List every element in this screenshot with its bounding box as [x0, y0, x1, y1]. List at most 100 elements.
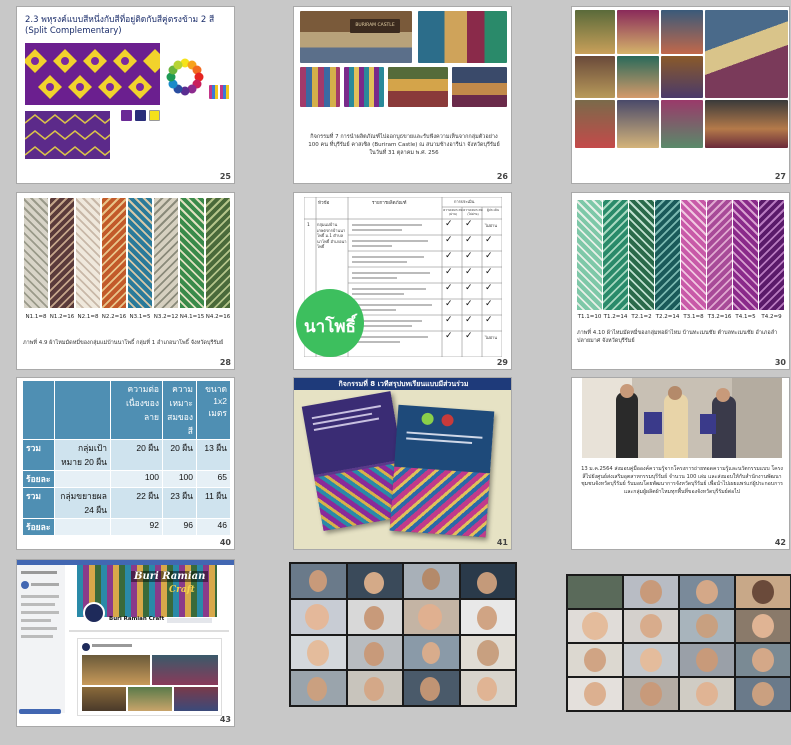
participant-tile[interactable]: [568, 610, 622, 642]
checkmark: ✓: [445, 331, 453, 341]
event-photo: [617, 100, 659, 148]
video-call-screenshot[interactable]: [289, 562, 517, 707]
participant-tile[interactable]: [736, 678, 790, 710]
textile-label: N3.1=5: [129, 314, 151, 320]
checkmark: ✓: [485, 299, 493, 309]
textile-label: N1.1=8: [25, 314, 47, 320]
slide-27[interactable]: 27: [571, 6, 790, 184]
checkmark: ✓: [465, 267, 473, 277]
slide-26[interactable]: BURIRAM CASTLE กิจกรรมที่ 7 การนำผลิตภัณ…: [293, 6, 512, 184]
row-label: ร้อยละ: [22, 518, 55, 536]
participant-tile[interactable]: [736, 644, 790, 676]
textile-label: T1.2=14: [603, 314, 628, 320]
textile-label: N4.2=16: [205, 314, 231, 320]
slide-title: 2.3 พหุรงค์แบบสีหนึ่งกับสีที่อยู่ติดกับส…: [25, 15, 215, 25]
slide-number: 30: [774, 358, 786, 367]
slide-41[interactable]: กิจกรรมที่ 8 เวทีสรุปบทเรียนแบบมีส่วนร่ว…: [293, 377, 512, 550]
checkmark: ✓: [445, 283, 453, 293]
cell-note: ไม่ผ่าน: [485, 335, 497, 340]
participant-tile[interactable]: [460, 635, 515, 670]
checkmark: ✓: [465, 299, 473, 309]
participant-tile[interactable]: [460, 564, 515, 598]
group-label: กลุ่มขยายผล 24 ผืน: [54, 487, 111, 519]
slide-30[interactable]: T1.1=10 T1.2=14 T2.1=2 T2.2=14 T3.1=8 T3…: [571, 192, 790, 370]
participant-tile[interactable]: [291, 599, 346, 634]
participant-tile[interactable]: [736, 610, 790, 642]
participant-tile[interactable]: [404, 671, 459, 705]
event-photo: [575, 100, 615, 148]
participant-tile[interactable]: [460, 671, 515, 705]
event-photo: [575, 10, 615, 54]
location-badge: นาโพธิ์: [296, 289, 364, 357]
participant-tile[interactable]: [291, 564, 346, 598]
textile-label: T3.1=8: [683, 314, 704, 320]
profile-picture: [83, 602, 105, 624]
slide-number: 26: [496, 172, 508, 181]
slide-40[interactable]: ความต่อเนื่องของลาย ความเหมาะสมของสี ขนา…: [16, 377, 235, 550]
group-label: [54, 470, 111, 488]
textile-strip: [681, 200, 706, 310]
checkmark: ✓: [465, 251, 473, 261]
slide-25[interactable]: 2.3 พหุรงค์แบบสีหนึ่งกับสีที่อยู่ติดกับส…: [16, 6, 235, 184]
swatch-navy: [135, 110, 146, 121]
participant-tile[interactable]: [347, 671, 402, 705]
checkmark: ✓: [485, 235, 493, 245]
participant-tile[interactable]: [347, 635, 402, 670]
results-table: ความต่อเนื่องของลาย ความเหมาะสมของสี ขนา…: [22, 380, 231, 536]
checkmark: ✓: [465, 315, 473, 325]
castle-sign: BURIRAM CASTLE: [350, 19, 400, 33]
video-call-screenshot[interactable]: [566, 574, 791, 712]
handover-photo: [582, 378, 782, 458]
slide-43[interactable]: Buri Ramian Craft Buri Ramian Craft 43: [16, 559, 235, 727]
textile-label: T1.1=10: [577, 314, 602, 320]
event-photo: [661, 10, 703, 54]
slide-number: 43: [219, 715, 231, 724]
textile-image: [25, 111, 110, 159]
col-header: ความเหมาะสมของสี: [162, 380, 197, 440]
participant-tile[interactable]: [291, 635, 346, 670]
post-card: [77, 638, 222, 716]
participant-tile[interactable]: [680, 576, 734, 608]
checkmark: ✓: [445, 315, 453, 325]
cell: 13 ผืน: [196, 439, 231, 471]
book-cover: [389, 404, 495, 538]
participant-tile[interactable]: [624, 576, 678, 608]
participant-tile[interactable]: [291, 671, 346, 705]
slide-29[interactable]: หัวข้อ รายการผลิตภัณฑ์ การประเมิน ความเห…: [293, 192, 512, 370]
slide-28[interactable]: N1.1=8 N1.2=16 N2.1=8 N2.2=16 N3.1=5 N3.…: [16, 192, 235, 370]
participant-tile[interactable]: [404, 635, 459, 670]
checkmark: ✓: [445, 235, 453, 245]
textile-label: T2.2=14: [655, 314, 680, 320]
event-photo: [575, 56, 615, 98]
participant-tile[interactable]: [568, 678, 622, 710]
checkmark: ✓: [465, 219, 473, 229]
slide-42[interactable]: 13 ม.ค.2564 ส่งมอบคู่มือองค์ความรู้จากโค…: [571, 377, 790, 550]
participant-tile[interactable]: [347, 599, 402, 634]
participant-tile[interactable]: [624, 610, 678, 642]
slide-caption: ภาพที่ 4.10 ผ้าไหมมัดหมี่ของกลุ่มทอผ้าไห…: [577, 330, 778, 344]
participant-tile[interactable]: [624, 678, 678, 710]
booth-photo: [300, 67, 340, 107]
participant-tile[interactable]: [736, 576, 790, 608]
slide-number: 42: [774, 538, 786, 547]
participant-tile[interactable]: [404, 599, 459, 634]
checkmark: ✓: [485, 283, 493, 293]
participant-tile[interactable]: [680, 644, 734, 676]
slide-number: 27: [774, 172, 786, 181]
textile-strip: [128, 198, 152, 308]
participant-tile[interactable]: [347, 564, 402, 598]
participant-tile[interactable]: [568, 576, 622, 608]
slide-number: 25: [219, 172, 231, 181]
participant-tile[interactable]: [680, 678, 734, 710]
checkmark: ✓: [465, 331, 473, 341]
swatch-yellow: [149, 110, 160, 121]
group-label: กลุ่มเป้าหมาย 20 ผืน: [54, 439, 111, 471]
participant-tile[interactable]: [404, 564, 459, 598]
participant-tile[interactable]: [568, 644, 622, 676]
col-header: ขนาด 1x2 เมตร: [196, 380, 231, 440]
participant-tile[interactable]: [624, 644, 678, 676]
participant-tile[interactable]: [460, 599, 515, 634]
textile-strip: [655, 200, 680, 310]
checkmark: ✓: [465, 283, 473, 293]
participant-tile[interactable]: [680, 610, 734, 642]
